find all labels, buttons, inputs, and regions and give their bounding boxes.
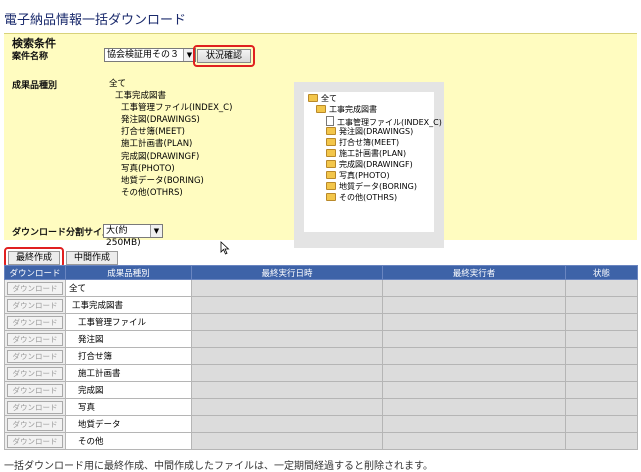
category-item: 施工計画書(PLAN) bbox=[121, 139, 193, 150]
tree-node-child[interactable]: 写真(PHOTO) bbox=[326, 171, 390, 181]
download-button[interactable]: ダウンロード bbox=[7, 349, 63, 363]
category-item: 発注図(DRAWINGS) bbox=[121, 115, 200, 126]
row-category: 完成図 bbox=[65, 381, 192, 399]
interim-create-button[interactable]: 中間作成 bbox=[66, 251, 118, 265]
tree-node-root[interactable]: 全て bbox=[308, 94, 337, 104]
row-category: 打合せ簿 bbox=[65, 347, 192, 365]
category-tree: 全て 工事完成図書 工事管理ファイル(INDEX_C) 発注図(DRAWINGS… bbox=[304, 92, 442, 232]
mouse-cursor-icon bbox=[220, 241, 230, 255]
row-category: その他 bbox=[65, 432, 192, 450]
category-item: 地質データ(BORING) bbox=[121, 175, 204, 186]
row-category: 工事完成図書 bbox=[65, 296, 192, 314]
project-select-value: 協会検証用その３ bbox=[107, 50, 180, 60]
download-button[interactable]: ダウンロード bbox=[7, 400, 63, 414]
tree-node-group[interactable]: 工事完成図書 bbox=[316, 105, 377, 115]
status-button-highlight bbox=[193, 45, 255, 67]
table-row: ダウンロード 施工計画書 bbox=[4, 364, 638, 382]
category-item: その他(OTHRS) bbox=[121, 187, 183, 198]
folder-icon bbox=[326, 138, 336, 146]
column-header-last-user: 最終実行者 bbox=[382, 265, 566, 280]
category-tree-panel: 全て 工事完成図書 工事管理ファイル(INDEX_C) 発注図(DRAWINGS… bbox=[294, 82, 444, 248]
file-icon bbox=[326, 116, 334, 126]
tree-node-child[interactable]: 完成図(DRAWINGF) bbox=[326, 160, 413, 170]
download-button[interactable]: ダウンロード bbox=[7, 366, 63, 380]
table-row: ダウンロード 発注図 bbox=[4, 330, 638, 348]
table-row: ダウンロード 工事完成図書 bbox=[4, 296, 638, 314]
table-header-row: ダウンロード 成果品種別 最終実行日時 最終実行者 状態 bbox=[4, 265, 638, 280]
row-category: 施工計画書 bbox=[65, 364, 192, 382]
results-table: ダウンロード 成果品種別 最終実行日時 最終実行者 状態 ダウンロード 全て ダウ… bbox=[4, 265, 638, 450]
tree-node-child[interactable]: 施工計画書(PLAN) bbox=[326, 149, 406, 159]
page-title: 電子納品情報一括ダウンロード bbox=[4, 13, 187, 28]
table-row: ダウンロード 地質データ bbox=[4, 415, 638, 433]
folder-open-icon bbox=[316, 105, 326, 113]
footnote: 一括ダウンロード用に最終作成、中間作成したファイルは、一定期間経過すると削除され… bbox=[4, 461, 433, 472]
category-label: 成果品種別 bbox=[12, 81, 58, 91]
folder-icon bbox=[326, 149, 336, 157]
tree-node-child[interactable]: 発注図(DRAWINGS) bbox=[326, 127, 413, 137]
row-category: 全て bbox=[65, 279, 192, 297]
download-button[interactable]: ダウンロード bbox=[7, 383, 63, 397]
table-row: ダウンロード 打合せ簿 bbox=[4, 347, 638, 365]
download-button[interactable]: ダウンロード bbox=[7, 434, 63, 448]
table-row: ダウンロード 完成図 bbox=[4, 381, 638, 399]
row-category: 写真 bbox=[65, 398, 192, 416]
download-button[interactable]: ダウンロード bbox=[7, 281, 63, 295]
download-button[interactable]: ダウンロード bbox=[7, 315, 63, 329]
column-header-status: 状態 bbox=[565, 265, 638, 280]
chevron-down-icon: ▼ bbox=[150, 225, 162, 237]
project-label: 案件名称 bbox=[12, 52, 49, 62]
download-button[interactable]: ダウンロード bbox=[7, 298, 63, 312]
table-row: ダウンロード 工事管理ファイル bbox=[4, 313, 638, 331]
column-header-download: ダウンロード bbox=[4, 265, 66, 280]
search-panel: 検索条件 案件名称 協会検証用その３ ▼ 状況確認 成果品種別 全て 工事完成図… bbox=[4, 33, 637, 255]
tree-node-child[interactable]: その他(OTHRS) bbox=[326, 193, 397, 203]
row-category: 工事管理ファイル bbox=[65, 313, 192, 331]
table-row: ダウンロード 写真 bbox=[4, 398, 638, 416]
folder-icon bbox=[326, 182, 336, 190]
category-item: 工事管理ファイル(INDEX_C) bbox=[121, 103, 233, 114]
folder-open-icon bbox=[308, 94, 318, 102]
category-item: 打合せ簿(MEET) bbox=[121, 127, 185, 138]
table-row: ダウンロード その他 bbox=[4, 432, 638, 450]
folder-icon bbox=[326, 193, 336, 201]
split-size-label: ダウンロード分割サイズ bbox=[12, 228, 111, 238]
category-item: 写真(PHOTO) bbox=[121, 163, 175, 174]
column-header-last-run: 最終実行日時 bbox=[191, 265, 383, 280]
column-header-category: 成果品種別 bbox=[65, 265, 192, 280]
folder-icon bbox=[326, 171, 336, 179]
category-item: 工事完成図書 bbox=[115, 91, 167, 102]
project-select[interactable]: 協会検証用その３ ▼ bbox=[104, 48, 196, 62]
category-item: 完成図(DRAWINGF) bbox=[121, 151, 200, 162]
table-row: ダウンロード 全て bbox=[4, 279, 638, 297]
category-item: 全て bbox=[109, 79, 127, 89]
row-category: 地質データ bbox=[65, 415, 192, 433]
category-list: 全て 工事完成図書 工事管理ファイル(INDEX_C) 発注図(DRAWINGS… bbox=[109, 78, 232, 199]
row-category: 発注図 bbox=[65, 330, 192, 348]
tree-node-child[interactable]: 打合せ簿(MEET) bbox=[326, 138, 399, 148]
folder-icon bbox=[326, 160, 336, 168]
split-size-select[interactable]: 大(約250MB) ▼ bbox=[103, 224, 163, 248]
download-button[interactable]: ダウンロード bbox=[7, 332, 63, 346]
download-button[interactable]: ダウンロード bbox=[7, 417, 63, 431]
split-size-value: 大(約250MB) bbox=[106, 226, 141, 248]
folder-icon bbox=[326, 127, 336, 135]
tree-node-child[interactable]: 地質データ(BORING) bbox=[326, 182, 417, 192]
